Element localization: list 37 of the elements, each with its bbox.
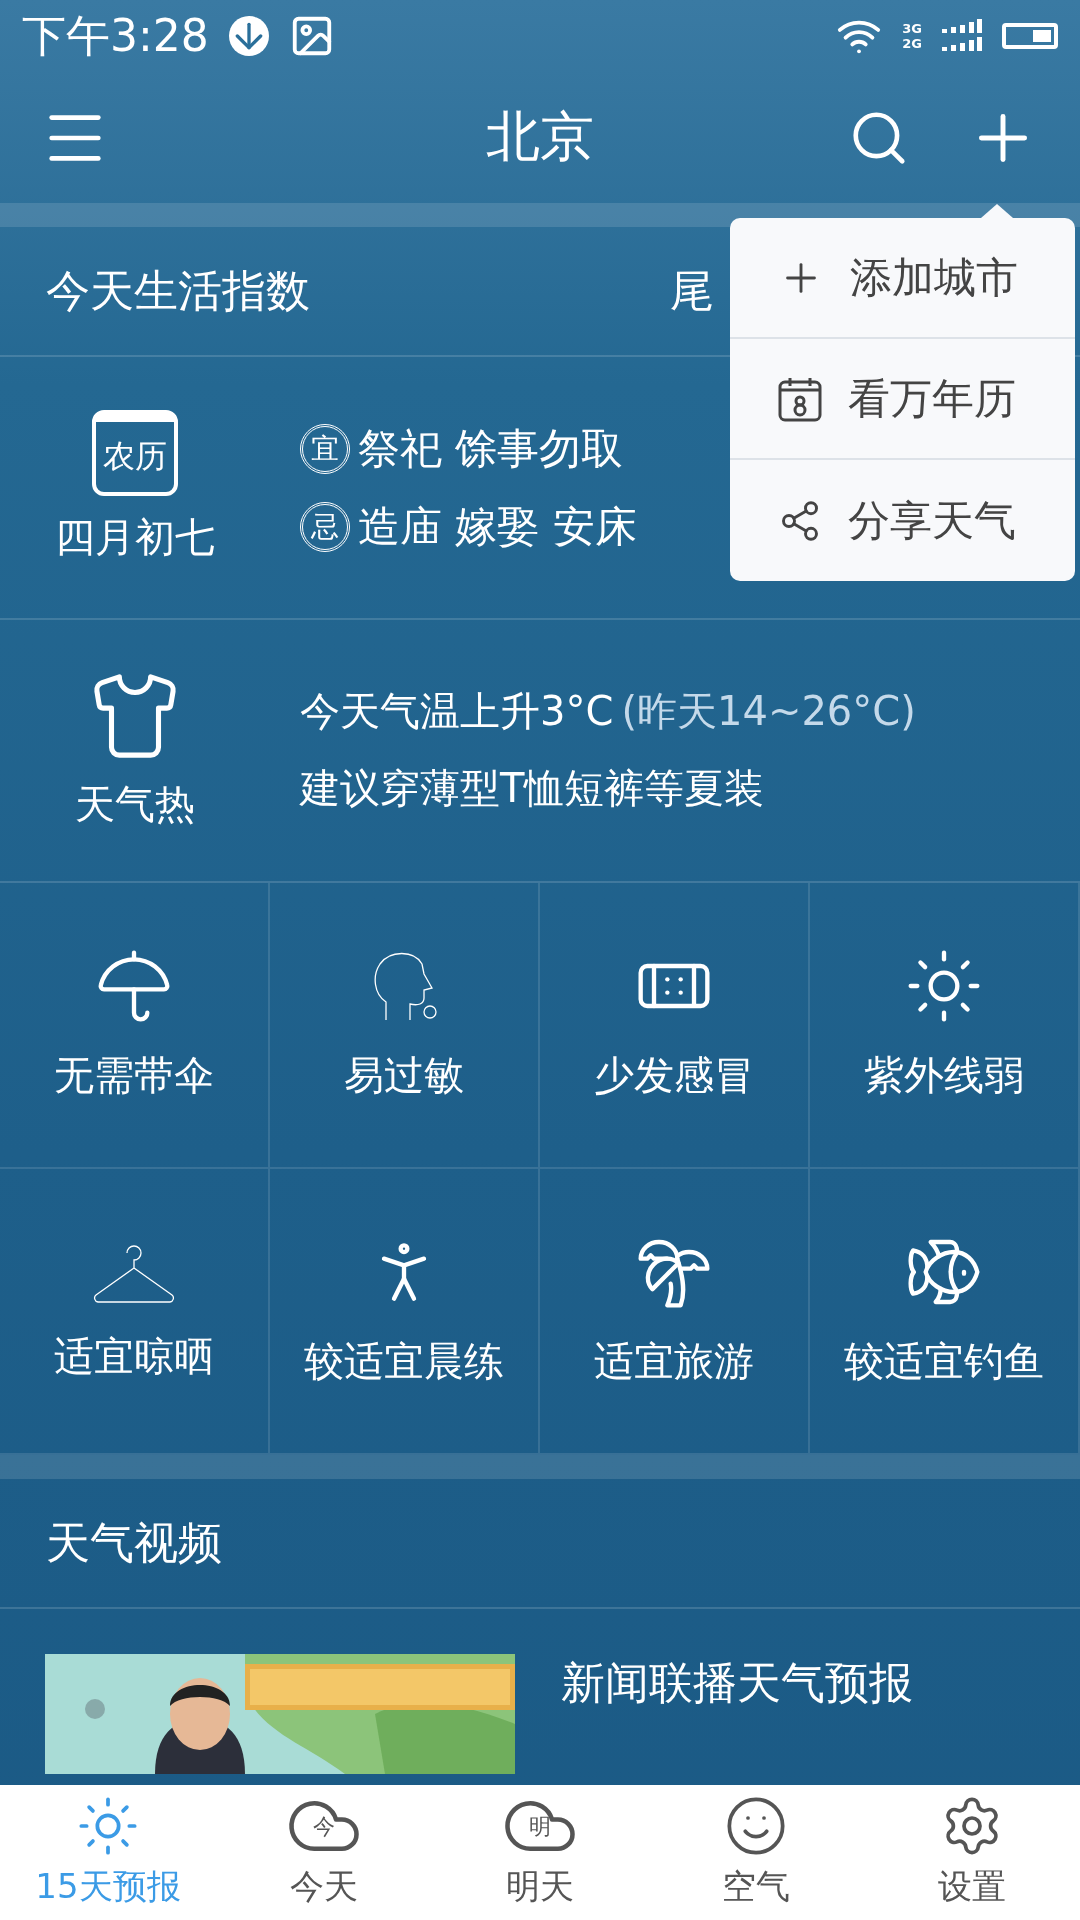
clothing-advice: 建议穿薄型T恤短裤等夏装 (300, 764, 766, 814)
network-type: 3G (902, 21, 922, 37)
index-label: 适宜旅游 (594, 1337, 754, 1387)
battery-icon (1002, 23, 1058, 50)
video-title[interactable]: 新闻联播天气预报 (561, 1654, 913, 1714)
section-title: 今天生活指数 (46, 263, 310, 318)
nav-tab[interactable]: 今 今天 (216, 1784, 432, 1920)
index-label: 较适宜晨练 (304, 1337, 504, 1387)
signal-icon (942, 19, 982, 54)
lunar-calendar-icon: 农历 (92, 410, 178, 497)
network-type: 2G (902, 36, 922, 52)
nav-tab[interactable]: 设置 (864, 1784, 1080, 1920)
cloud-icon-text: 今 (313, 1813, 335, 1842)
almanac-text: 造庙 嫁娶 安床 (358, 500, 637, 553)
restriction-text: 尾 (670, 263, 714, 318)
status-time: 下午3:28 (22, 8, 209, 63)
index-label: 适宜晾晒 (54, 1332, 214, 1382)
menu-item[interactable]: 分享天气 (730, 460, 1075, 581)
section-title: 天气视频 (46, 1515, 222, 1570)
city-title: 北京 (486, 104, 594, 171)
lunar-date: 四月初七 (55, 513, 215, 563)
menu-item[interactable]: 添加城市 (730, 218, 1075, 339)
yesterday-temperature: (昨天14~26°C) (621, 687, 916, 737)
download-icon (228, 16, 269, 57)
nav-tab[interactable]: 空气 (648, 1784, 864, 1920)
cloud-icon-text: 明 (529, 1813, 551, 1842)
temperature-text: 今天气温上升3°C (300, 687, 614, 737)
nav-tab[interactable]: 明 明天 (432, 1784, 648, 1920)
index-label: 少发感冒 (594, 1051, 754, 1101)
index-label: 易过敏 (344, 1051, 464, 1101)
calendar-icon (778, 375, 822, 422)
index-label: 较适宜钓鱼 (844, 1337, 1044, 1387)
menu-item[interactable]: 看万年历 (730, 339, 1075, 460)
almanac-text: 祭祀 馀事勿取 (358, 422, 624, 475)
clothing-label: 天气热 (75, 779, 195, 829)
index-label: 无需带伞 (54, 1051, 214, 1101)
index-label: 紫外线弱 (864, 1051, 1024, 1101)
